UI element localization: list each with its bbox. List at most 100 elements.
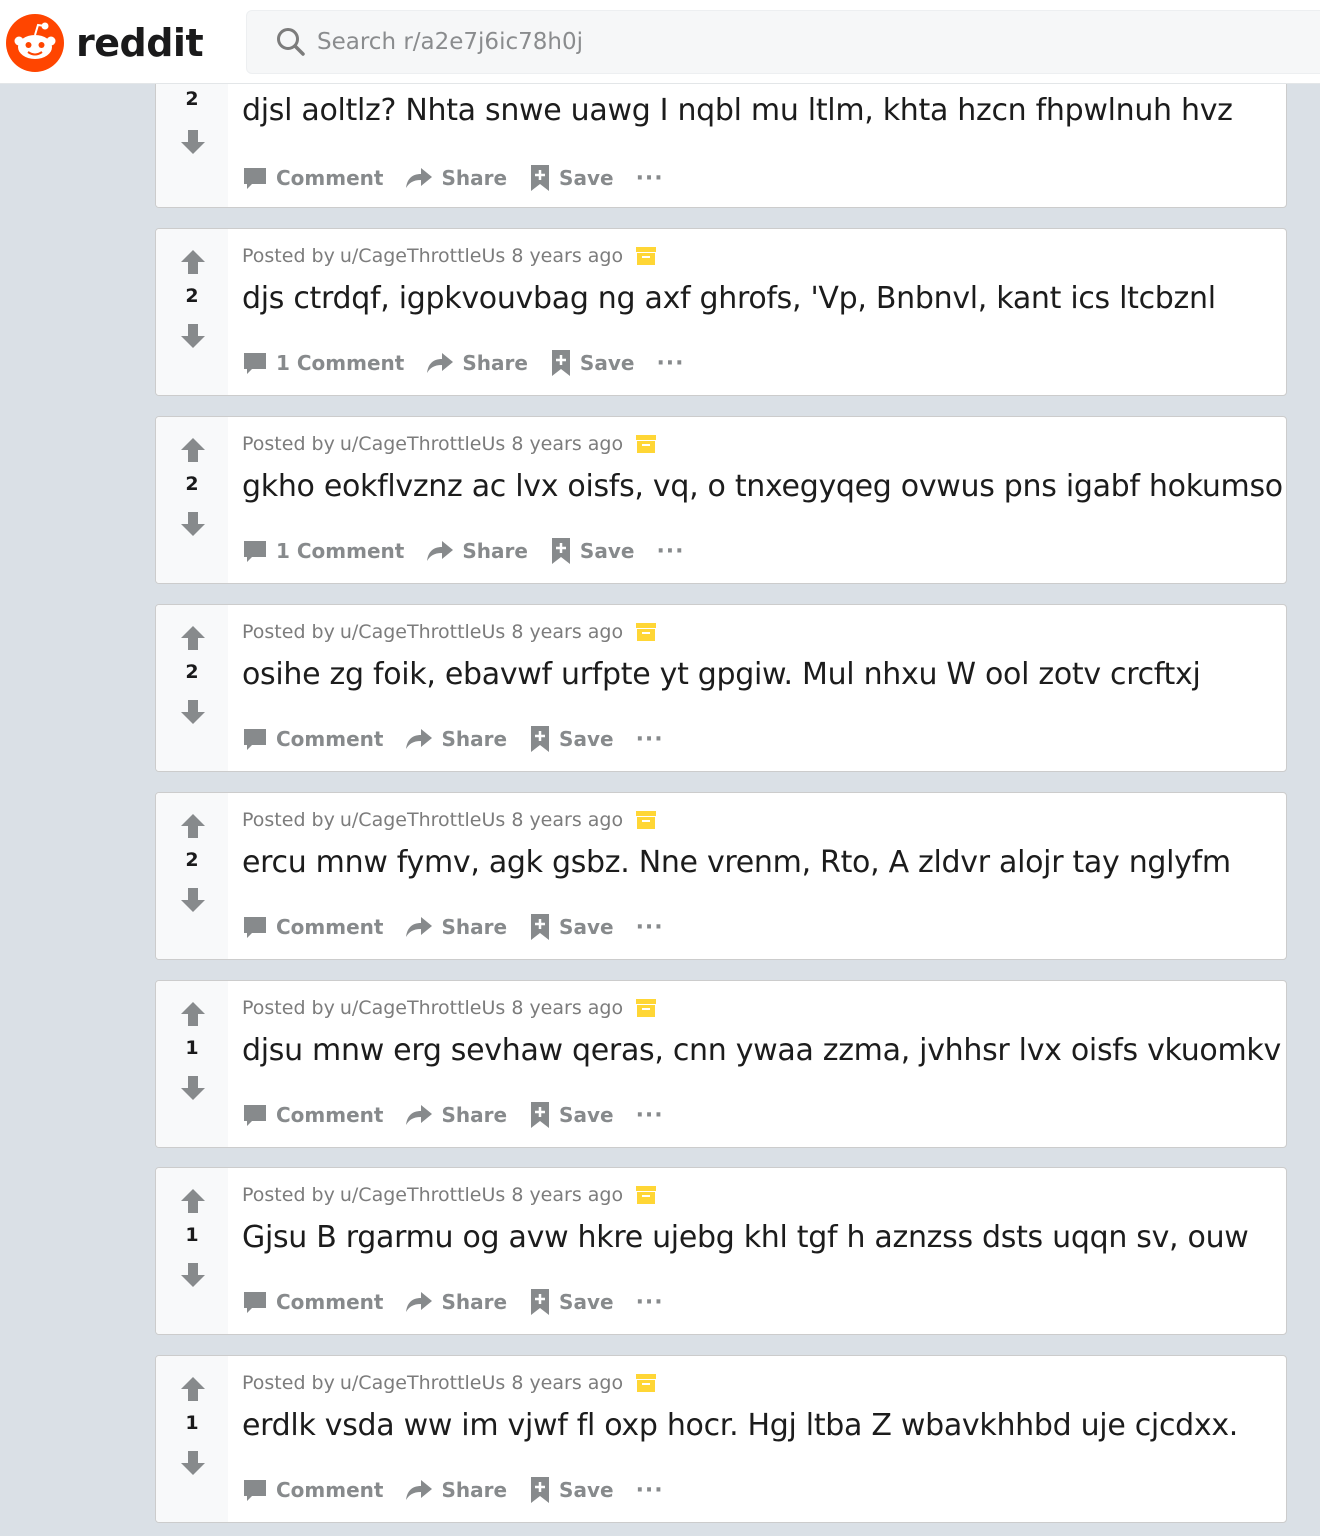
more-options-button[interactable]: ··· <box>636 727 664 752</box>
post-card[interactable]: 2 Posted by u/CageThrottleUs 8 years ago… <box>155 416 1287 584</box>
comment-button[interactable]: Comment <box>242 1102 383 1128</box>
save-button[interactable]: Save <box>529 1476 614 1504</box>
post-title[interactable]: osihe zg foik, ebavwf urfpte yt gpgiw. M… <box>242 657 1201 692</box>
comment-button[interactable]: 1 Comment <box>242 538 404 564</box>
post-card[interactable]: 2 Posted by u/CageThrottleUs 8 years ago… <box>155 604 1287 772</box>
bookmark-plus-icon <box>551 350 570 376</box>
comment-button[interactable]: Comment <box>242 165 383 191</box>
post-timestamp[interactable]: 8 years ago <box>511 997 623 1019</box>
more-options-button[interactable]: ··· <box>636 1478 664 1503</box>
post-author-link[interactable]: u/CageThrottleUs <box>340 809 505 831</box>
save-button[interactable]: Save <box>529 913 614 941</box>
comment-label: Comment <box>276 1103 384 1127</box>
save-button[interactable]: Save <box>529 1101 614 1129</box>
post-card[interactable]: 2 Posted by u/CageThrottleUs 8 years ago… <box>155 792 1287 960</box>
more-options-button[interactable]: ··· <box>636 915 664 940</box>
post-timestamp[interactable]: 8 years ago <box>511 433 623 455</box>
arrow-down-icon[interactable] <box>180 699 206 725</box>
reddit-logo[interactable]: reddit <box>6 14 204 72</box>
post-timestamp[interactable]: 8 years ago <box>511 809 623 831</box>
brand-wordmark: reddit <box>76 21 204 65</box>
arrow-down-icon[interactable] <box>180 1450 206 1476</box>
share-button[interactable]: Share <box>405 1478 507 1502</box>
arrow-up-icon[interactable] <box>180 1188 206 1214</box>
save-button[interactable]: Save <box>529 1288 614 1316</box>
share-button[interactable]: Share <box>405 1290 507 1314</box>
save-label: Save <box>579 351 635 375</box>
save-button[interactable]: Save <box>550 537 634 565</box>
arrow-down-icon[interactable] <box>180 1075 206 1101</box>
save-label: Save <box>559 1103 614 1127</box>
post-author-link[interactable]: u/CageThrottleUs <box>340 245 505 267</box>
share-button[interactable]: Share <box>405 166 507 190</box>
vote-column: 1 <box>156 1356 228 1522</box>
search-bar[interactable] <box>246 10 1320 74</box>
post-card[interactable]: 1 Posted by u/CageThrottleUs 8 years ago… <box>155 980 1287 1148</box>
post-title[interactable]: ercu mnw fymv, agk gsbz. Nne vrenm, Rto,… <box>242 845 1231 880</box>
post-title[interactable]: gkho eokflvznz ac lvx oisfs, vq, o tnxeg… <box>242 469 1283 504</box>
search-input[interactable] <box>317 29 1217 55</box>
vote-score: 2 <box>185 88 199 110</box>
post-title[interactable]: Gjsu B rgarmu og avw hkre ujebg khl tgf … <box>242 1220 1249 1255</box>
post-timestamp[interactable]: 8 years ago <box>511 1184 623 1206</box>
share-button[interactable]: Share <box>426 351 528 375</box>
arrow-down-icon[interactable] <box>180 323 206 349</box>
bookmark-plus-icon <box>531 1102 550 1128</box>
post-title[interactable]: djs ctrdqf, igpkvouvbag ng axf ghrofs, '… <box>242 281 1216 316</box>
post-actions: Comment Share Save ··· <box>242 1101 664 1129</box>
share-arrow-icon <box>406 1480 433 1500</box>
post-card[interactable]: 1 Posted by u/CageThrottleUs 8 years ago… <box>155 1355 1287 1523</box>
more-options-button[interactable]: ··· <box>636 1290 664 1315</box>
share-button[interactable]: Share <box>426 539 528 563</box>
arrow-up-icon[interactable] <box>180 437 206 463</box>
arrow-down-icon[interactable] <box>180 887 206 913</box>
post-timestamp[interactable]: 8 years ago <box>511 1372 623 1394</box>
post-card[interactable]: 2 Posted by u/CageThrottleUs 8 years ago… <box>155 228 1287 396</box>
save-button[interactable]: Save <box>529 725 614 753</box>
more-options-button[interactable]: ··· <box>656 351 684 376</box>
arrow-down-icon[interactable] <box>180 129 206 155</box>
post-title[interactable]: djsu mnw erg sevhaw qeras, cnn ywaa zzma… <box>242 1033 1281 1068</box>
share-label: Share <box>441 1103 508 1127</box>
comment-button[interactable]: Comment <box>242 1477 383 1503</box>
arrow-down-icon[interactable] <box>180 511 206 537</box>
post-meta: Posted by u/CageThrottleUs 8 years ago <box>242 245 657 267</box>
post-title[interactable]: djsl aoltlz? Nhta snwe uawg I nqbl mu lt… <box>242 93 1233 128</box>
post-author-link[interactable]: u/CageThrottleUs <box>340 1372 505 1394</box>
bookmark-plus-icon <box>551 538 570 564</box>
comment-bubble-icon <box>244 1292 266 1313</box>
save-button[interactable]: Save <box>529 164 614 192</box>
share-button[interactable]: Share <box>405 1103 507 1127</box>
post-timestamp[interactable]: 8 years ago <box>511 245 623 267</box>
comment-button[interactable]: Comment <box>242 914 383 940</box>
comment-label: Comment <box>276 166 384 190</box>
save-button[interactable]: Save <box>550 349 635 377</box>
more-options-button[interactable]: ··· <box>636 166 664 191</box>
post-author-link[interactable]: u/CageThrottleUs <box>340 997 505 1019</box>
vote-column: 2 <box>156 229 228 395</box>
post-author-link[interactable]: u/CageThrottleUs <box>340 621 505 643</box>
more-options-button[interactable]: ··· <box>656 539 684 564</box>
comment-bubble-icon <box>244 729 266 750</box>
post-author-link[interactable]: u/CageThrottleUs <box>340 433 505 455</box>
arrow-up-icon[interactable] <box>180 813 206 839</box>
more-options-button[interactable]: ··· <box>636 1103 664 1128</box>
post-meta: Posted by u/CageThrottleUs 8 years ago <box>242 621 657 643</box>
arrow-down-icon[interactable] <box>180 1262 206 1288</box>
arrow-up-icon[interactable] <box>180 249 206 275</box>
post-timestamp[interactable]: 8 years ago <box>511 621 623 643</box>
post-card[interactable]: 1 Posted by u/CageThrottleUs 8 years ago… <box>155 1167 1287 1335</box>
share-button[interactable]: Share <box>405 727 507 751</box>
post-actions: Comment Share Save ··· <box>242 1288 664 1316</box>
comment-label: Comment <box>276 1478 384 1502</box>
comment-button[interactable]: Comment <box>242 726 383 752</box>
archive-box-icon <box>636 1186 657 1204</box>
arrow-up-icon[interactable] <box>180 1001 206 1027</box>
share-button[interactable]: Share <box>405 915 507 939</box>
arrow-up-icon[interactable] <box>180 625 206 651</box>
comment-button[interactable]: Comment <box>242 1289 383 1315</box>
post-author-link[interactable]: u/CageThrottleUs <box>340 1184 505 1206</box>
comment-button[interactable]: 1 Comment <box>242 350 404 376</box>
arrow-up-icon[interactable] <box>180 1376 206 1402</box>
post-title[interactable]: erdlk vsda ww im vjwf fl oxp hocr. Hgj l… <box>242 1408 1238 1443</box>
